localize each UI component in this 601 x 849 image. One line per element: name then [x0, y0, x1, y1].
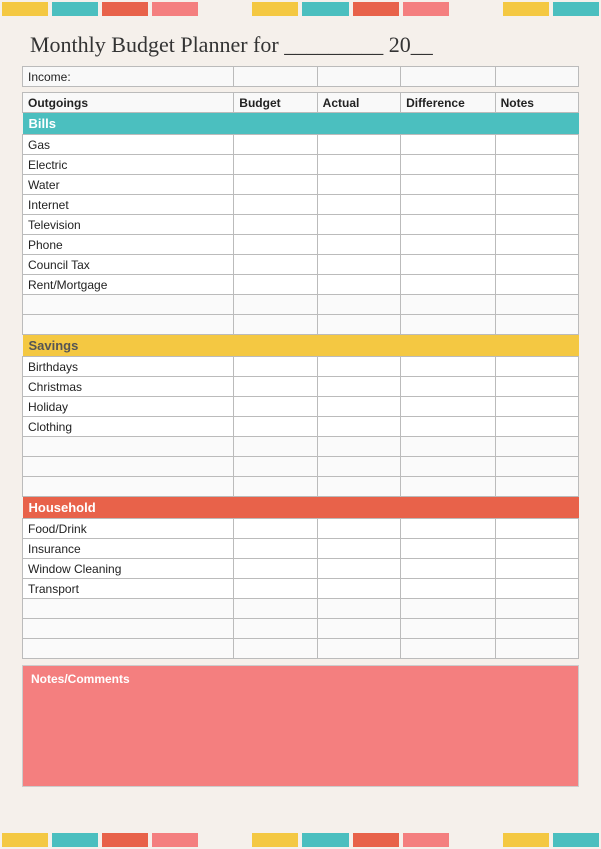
top-bar-seg-5: [202, 2, 248, 16]
item-television: Television: [23, 215, 234, 235]
item-rent-mortgage: Rent/Mortgage: [23, 275, 234, 295]
table-row: Food/Drink: [23, 519, 579, 539]
table-row: Gas: [23, 135, 579, 155]
table-row: Electric: [23, 155, 579, 175]
table-row: Holiday: [23, 397, 579, 417]
item-phone: Phone: [23, 235, 234, 255]
table-row: Rent/Mortgage: [23, 275, 579, 295]
empty-row: [23, 599, 579, 619]
savings-label: Savings: [23, 335, 579, 357]
col-header-difference: Difference: [401, 93, 496, 113]
item-clothing: Clothing: [23, 417, 234, 437]
table-row: Clothing: [23, 417, 579, 437]
income-label: Income:: [23, 67, 234, 87]
item-christmas: Christmas: [23, 377, 234, 397]
top-bar-seg-4: [152, 2, 198, 16]
top-bar-seg-7: [302, 2, 348, 16]
empty-row: [23, 457, 579, 477]
top-bar-seg-12: [553, 2, 599, 16]
top-bar-seg-2: [52, 2, 98, 16]
page: Monthly Budget Planner for _________ 20_…: [0, 0, 601, 849]
top-bar-seg-9: [403, 2, 449, 16]
item-gas: Gas: [23, 135, 234, 155]
empty-row: [23, 639, 579, 659]
empty-row: [23, 315, 579, 335]
title-area: Monthly Budget Planner for _________ 20_…: [0, 18, 601, 66]
col-header-actual: Actual: [317, 93, 400, 113]
bottom-bar-seg-1: [2, 833, 48, 847]
bottom-bar-seg-3: [102, 833, 148, 847]
notes-label: Notes/Comments: [31, 672, 570, 686]
item-council-tax: Council Tax: [23, 255, 234, 275]
top-bar-seg-6: [252, 2, 298, 16]
table-row: Insurance: [23, 539, 579, 559]
top-bar-seg-3: [102, 2, 148, 16]
table-row: Council Tax: [23, 255, 579, 275]
empty-row: [23, 477, 579, 497]
household-section-header: Household: [23, 497, 579, 519]
table-row: Window Cleaning: [23, 559, 579, 579]
empty-row: [23, 295, 579, 315]
bottom-bar-seg-5: [202, 833, 248, 847]
notes-body[interactable]: [31, 690, 570, 780]
income-diff: [401, 67, 496, 87]
col-header-notes: Notes: [495, 93, 578, 113]
bottom-bar-seg-11: [503, 833, 549, 847]
column-headers-row: Outgoings Budget Actual Difference Notes: [23, 93, 579, 113]
income-row: Income:: [23, 67, 579, 87]
top-bar-seg-1: [2, 2, 48, 16]
item-birthdays: Birthdays: [23, 357, 234, 377]
bottom-bar-seg-8: [353, 833, 399, 847]
bills-label: Bills: [23, 113, 579, 135]
item-window-cleaning: Window Cleaning: [23, 559, 234, 579]
table-row: Phone: [23, 235, 579, 255]
main-content: Income: Outgoings Budget Actual Differen…: [0, 66, 601, 659]
household-label: Household: [23, 497, 579, 519]
col-header-outgoings: Outgoings: [23, 93, 234, 113]
item-food-drink: Food/Drink: [23, 519, 234, 539]
bills-section-header: Bills: [23, 113, 579, 135]
bottom-decorative-bar: [0, 831, 601, 849]
table-row: Internet: [23, 195, 579, 215]
item-water: Water: [23, 175, 234, 195]
top-bar-seg-10: [453, 2, 499, 16]
page-title: Monthly Budget Planner for _________ 20_…: [30, 32, 433, 57]
budget-table: Income: Outgoings Budget Actual Differen…: [22, 66, 579, 659]
top-decorative-bar: [0, 0, 601, 18]
bottom-bar-seg-10: [453, 833, 499, 847]
income-budget: [234, 67, 317, 87]
top-bar-seg-11: [503, 2, 549, 16]
income-notes: [495, 67, 578, 87]
item-electric: Electric: [23, 155, 234, 175]
top-bar-seg-8: [353, 2, 399, 16]
bottom-bar-seg-7: [302, 833, 348, 847]
item-transport: Transport: [23, 579, 234, 599]
bottom-bar-seg-6: [252, 833, 298, 847]
item-internet: Internet: [23, 195, 234, 215]
item-holiday: Holiday: [23, 397, 234, 417]
bottom-bar-seg-4: [152, 833, 198, 847]
table-row: Birthdays: [23, 357, 579, 377]
empty-row: [23, 619, 579, 639]
table-row: Transport: [23, 579, 579, 599]
bottom-bar-seg-9: [403, 833, 449, 847]
income-actual: [317, 67, 400, 87]
bottom-bar-seg-2: [52, 833, 98, 847]
item-insurance: Insurance: [23, 539, 234, 559]
table-row: Water: [23, 175, 579, 195]
col-header-budget: Budget: [234, 93, 317, 113]
table-row: Television: [23, 215, 579, 235]
table-row: Christmas: [23, 377, 579, 397]
empty-row: [23, 437, 579, 457]
bottom-bar-seg-12: [553, 833, 599, 847]
notes-comments-section: Notes/Comments: [22, 665, 579, 787]
savings-section-header: Savings: [23, 335, 579, 357]
